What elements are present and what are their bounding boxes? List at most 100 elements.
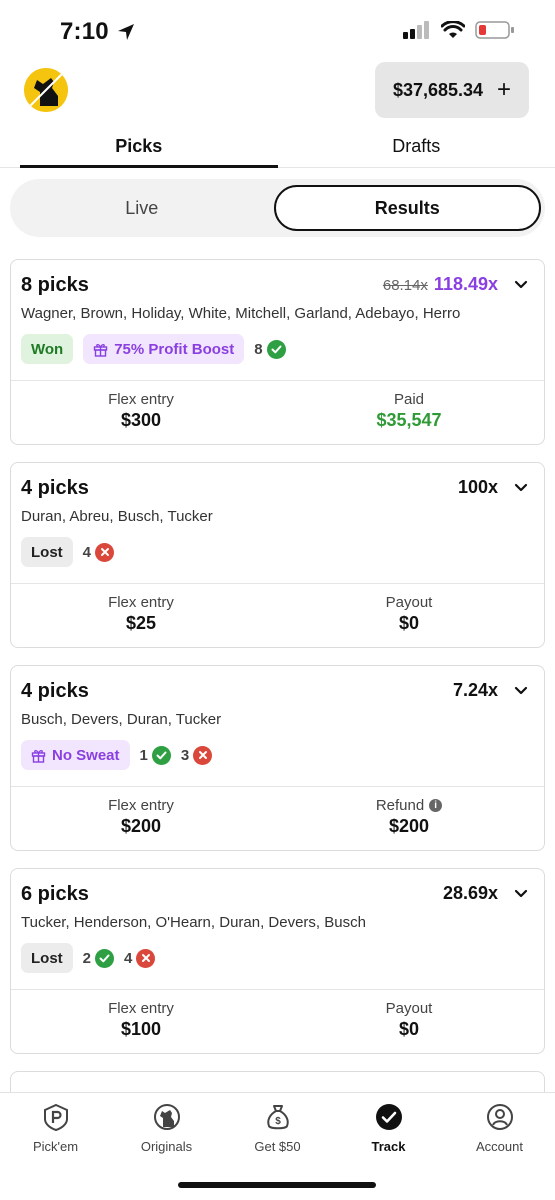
correct-count: 8 <box>254 339 286 359</box>
chevron-down-icon[interactable] <box>514 278 528 292</box>
balance-amount: $37,685.34 <box>392 79 484 100</box>
battery-icon <box>475 21 514 39</box>
entry-card[interactable]: 4 picks 100x Duran, Abreu, Busch, Tucker… <box>10 462 545 648</box>
entry-multiplier: 100x <box>458 477 498 498</box>
x-icon <box>95 542 115 562</box>
card-divider <box>11 380 544 381</box>
check-icon <box>266 339 286 359</box>
entry-multiplier: 28.69x <box>443 883 498 904</box>
entry-tags: Lost 2 4 <box>21 943 156 973</box>
entry-card[interactable]: 4 picks 7.24x Busch, Devers, Duran, Tuck… <box>10 665 545 851</box>
result-amount: Payout $0 <box>279 1000 539 1040</box>
clock-text: 7:10 <box>60 18 109 45</box>
originals-icon <box>153 1103 181 1131</box>
correct-count: 2 <box>82 948 115 968</box>
entry-amount: Flex entry $200 <box>11 797 271 837</box>
x-icon <box>136 948 156 968</box>
info-icon[interactable]: i <box>429 799 443 812</box>
multiplier-value: 7.24x <box>452 680 498 700</box>
promo-badge: No Sweat <box>21 740 130 770</box>
result-label: Paid <box>393 391 425 408</box>
entry-label: Flex entry <box>108 1000 174 1017</box>
entry-value: $25 <box>125 613 157 633</box>
result-label: Refund <box>375 797 425 814</box>
original-multiplier: 68.14x <box>382 277 428 294</box>
correct-number: 8 <box>254 340 263 358</box>
result-amount: Paid $35,547 <box>279 391 539 431</box>
entry-label: Flex entry <box>108 594 174 611</box>
account-icon <box>486 1103 514 1131</box>
entry-card[interactable]: 8 picks 68.14x 118.49x Wagner, Brown, Ho… <box>10 259 545 445</box>
nav-label: Account <box>476 1139 523 1154</box>
entry-amount: Flex entry $25 <box>11 594 271 634</box>
entry-label: Flex entry <box>108 391 174 408</box>
entry-title: 6 picks <box>21 883 89 905</box>
entry-title: 8 picks <box>21 274 89 296</box>
money-bag-icon: $ <box>264 1103 292 1131</box>
entry-tags: No Sweat 1 3 <box>21 740 213 770</box>
nav-account[interactable]: Account <box>444 1093 555 1200</box>
top-tabs: Picks Drafts <box>0 128 555 168</box>
result-value: $0 <box>398 613 420 633</box>
result-value: $200 <box>388 816 430 836</box>
status-badge: Lost <box>21 537 73 567</box>
dog-logo-icon <box>24 68 68 112</box>
gift-icon <box>94 343 108 357</box>
chevron-down-icon[interactable] <box>514 887 528 901</box>
card-divider <box>11 989 544 990</box>
app-header: $37,685.34 + <box>0 62 555 126</box>
incorrect-count: 4 <box>83 542 115 562</box>
location-arrow-icon <box>117 24 134 40</box>
result-value: $35,547 <box>376 410 442 430</box>
check-icon <box>95 948 115 968</box>
result-label: Payout <box>385 594 433 611</box>
multiplier-value: 100x <box>457 477 498 497</box>
entry-title: 4 picks <box>21 477 89 499</box>
entry-value: $200 <box>120 816 162 836</box>
nav-pickem[interactable]: Pick'em <box>0 1093 111 1200</box>
home-indicator <box>178 1182 376 1188</box>
segment-results[interactable]: Results <box>273 185 541 231</box>
results-list: 8 picks 68.14x 118.49x Wagner, Brown, Ho… <box>10 259 545 1128</box>
status-bar: 7:10 <box>0 0 555 62</box>
status-badge: Lost <box>21 943 73 973</box>
signal-icon <box>403 21 429 39</box>
nav-label: Track <box>371 1139 406 1154</box>
card-divider <box>11 786 544 787</box>
entry-players: Duran, Abreu, Busch, Tucker <box>21 508 213 525</box>
entry-card[interactable]: 6 picks 28.69x Tucker, Henderson, O'Hear… <box>10 868 545 1054</box>
incorrect-count: 4 <box>124 948 156 968</box>
tab-picks[interactable]: Picks <box>0 128 278 168</box>
chevron-down-icon[interactable] <box>514 481 528 495</box>
segment-live[interactable]: Live <box>10 179 274 237</box>
result-value: $0 <box>398 1019 420 1039</box>
result-amount: Refund i $200 <box>279 797 539 837</box>
correct-number: 2 <box>82 949 92 967</box>
correct-count: 1 <box>140 745 171 765</box>
incorrect-count: 3 <box>181 745 213 765</box>
balance-button[interactable]: $37,685.34 + <box>375 62 529 118</box>
result-label: Payout <box>385 1000 433 1017</box>
entry-title: 4 picks <box>21 680 89 702</box>
entry-multiplier: 7.24x <box>453 680 498 701</box>
check-circle-icon <box>375 1103 403 1131</box>
promo-label: No Sweat <box>52 746 120 764</box>
x-icon <box>193 745 213 765</box>
app-logo <box>24 68 68 112</box>
entry-tags: Won 75% Profit Boost 8 <box>21 334 286 364</box>
add-funds-icon: + <box>497 76 512 103</box>
multiplier-value: 28.69x <box>442 883 498 903</box>
wifi-icon <box>441 21 465 38</box>
incorrect-number: 4 <box>124 949 133 967</box>
tab-drafts[interactable]: Drafts <box>278 128 555 167</box>
entry-amount: Flex entry $100 <box>11 1000 271 1040</box>
entry-multiplier: 68.14x 118.49x <box>383 274 498 295</box>
boosted-multiplier: 118.49x <box>433 274 498 294</box>
result-label-row: Refund i <box>279 797 539 814</box>
entry-value: $100 <box>120 1019 162 1039</box>
entry-players: Tucker, Henderson, O'Hearn, Duran, Dever… <box>21 914 366 931</box>
result-amount: Payout $0 <box>279 594 539 634</box>
chevron-down-icon[interactable] <box>514 684 528 698</box>
entry-players: Wagner, Brown, Holiday, White, Mitchell,… <box>21 305 461 322</box>
check-icon <box>151 745 171 765</box>
